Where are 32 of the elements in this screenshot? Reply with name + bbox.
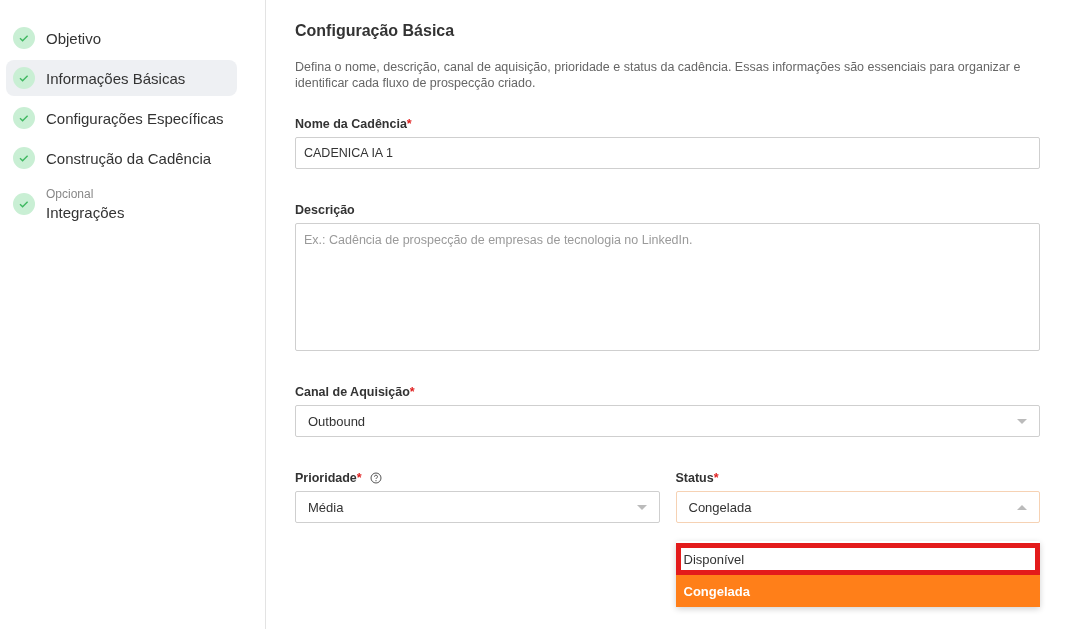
caret-icon [1017, 418, 1027, 424]
step-item[interactable]: Opcional Integrações [6, 180, 237, 228]
help-icon[interactable] [369, 472, 382, 484]
required-mark: * [406, 117, 412, 131]
select-field[interactable]: Congelada [675, 491, 1040, 523]
step-label: Informações Básicas [46, 69, 186, 87]
step-label: Construção da Cadência [46, 149, 212, 167]
step-item[interactable]: Construção da Cadência [6, 140, 237, 176]
required-mark: * [713, 471, 719, 485]
field-label: Canal de Aquisição [295, 385, 410, 399]
caret-icon [636, 504, 647, 510]
step-label: Configurações Específicas [46, 109, 224, 127]
step-label: Objetivo [46, 29, 102, 47]
text-input[interactable]: CADENICA IA 1 [295, 137, 1040, 169]
step-caption: Opcional [46, 187, 95, 201]
required-mark: * [409, 385, 415, 399]
step-label: Integrações [46, 204, 125, 221]
select-field[interactable]: Média [295, 491, 660, 523]
step-item[interactable]: Objetivo [6, 20, 237, 56]
section-title: Configuração Básica [295, 22, 456, 40]
step-item[interactable]: Informações Básicas [6, 60, 237, 96]
step-item[interactable]: Configurações Específicas [6, 100, 237, 136]
section-description: Defina o nome, descrição, canal de aquisição, prioridade e status da cadência. Essas informações são essenciais para organizar e identificar cada fluxo de prospecção criado. [295, 59, 1022, 91]
field-label: Prioridade [295, 471, 357, 485]
dropdown-option[interactable]: Disponível [675, 543, 1040, 575]
description-input[interactable]: Ex.: Cadência de prospecção de empresas de tecnologia no LinkedIn. [295, 223, 1040, 351]
field-label: Nome da Cadência [295, 117, 407, 131]
field-label: Status [675, 471, 714, 485]
field-label: Descrição [295, 203, 355, 217]
select-field[interactable]: Outbound [295, 405, 1040, 437]
caret-icon [1017, 504, 1027, 510]
required-mark: * [356, 471, 362, 485]
